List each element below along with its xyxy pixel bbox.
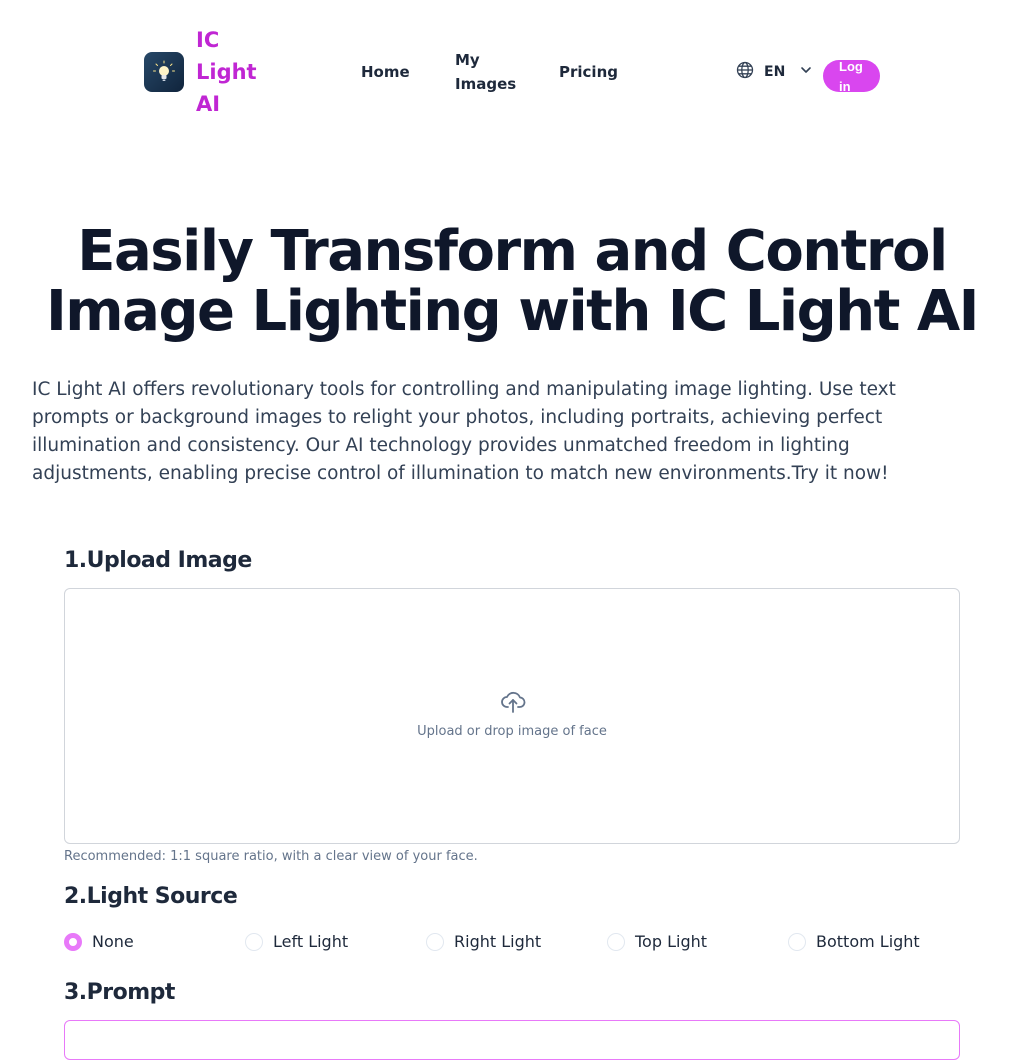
language-selector[interactable]: EN [736, 61, 813, 83]
upload-dropzone[interactable]: Upload or drop image of face [64, 588, 960, 844]
hero-title: Easily Transform and Control Image Light… [45, 219, 980, 344]
radio-button[interactable] [607, 932, 625, 951]
radio-bottom-light[interactable]: Bottom Light [788, 932, 920, 951]
login-label: Log in [839, 60, 863, 92]
radio-label: Top Light [635, 932, 708, 951]
brand-name[interactable]: IC Light AI [196, 24, 266, 120]
radio-top-light[interactable]: Top Light [607, 932, 707, 951]
radio-button[interactable] [788, 932, 806, 951]
language-label: EN [764, 64, 786, 80]
nav-home[interactable]: Home [361, 60, 410, 84]
nav-my-images[interactable]: My Images [455, 48, 525, 96]
radio-button[interactable] [245, 932, 263, 951]
radio-left-light[interactable]: Left Light [245, 932, 348, 951]
light-source-section-title: 2.Light Source [64, 884, 238, 909]
radio-button[interactable] [426, 932, 444, 951]
site-header: IC Light AI Home My Images Pricing EN Lo… [0, 0, 1024, 150]
login-button[interactable]: Log in [823, 60, 880, 92]
upload-instructions: Upload or drop image of face [417, 724, 607, 739]
prompt-input[interactable] [64, 1020, 960, 1060]
upload-section-title: 1.Upload Image [64, 548, 252, 573]
prompt-section-title: 3.Prompt [64, 980, 175, 1005]
chevron-down-icon [799, 63, 813, 81]
radio-label: Left Light [273, 932, 349, 951]
radio-right-light[interactable]: Right Light [426, 932, 541, 951]
radio-none[interactable]: None [64, 932, 134, 951]
radio-label: Bottom Light [816, 932, 920, 951]
cloud-upload-icon [500, 688, 526, 718]
upload-hint: Recommended: 1:1 square ratio, with a cl… [64, 849, 478, 864]
globe-icon [736, 61, 754, 83]
radio-button[interactable] [64, 932, 82, 951]
hero-description: IC Light AI offers revolutionary tools f… [32, 379, 896, 484]
radio-label: Right Light [454, 932, 542, 951]
radio-label: None [92, 932, 134, 951]
light-source-options: None Left Light Right Light Top Light Bo… [64, 932, 960, 956]
nav-pricing[interactable]: Pricing [559, 60, 618, 84]
lightbulb-icon[interactable] [144, 52, 184, 92]
